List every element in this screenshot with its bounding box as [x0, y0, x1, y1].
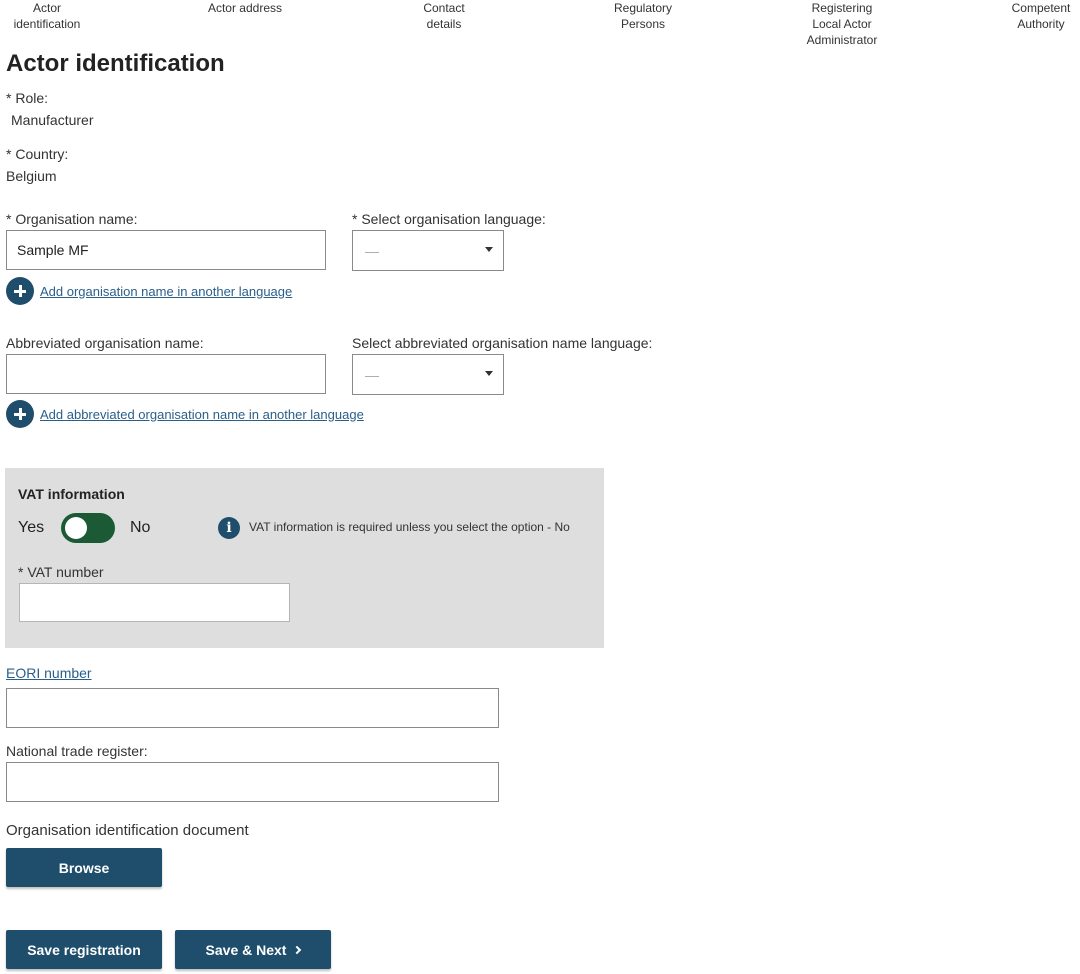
- abbrev-name-input[interactable]: [6, 354, 326, 394]
- abbrev-name-label: Abbreviated organisation name:: [6, 335, 204, 351]
- info-icon: i: [218, 517, 240, 539]
- vat-number-label: * VAT number: [18, 564, 104, 580]
- chevron-right-icon: [293, 945, 302, 954]
- save-next-button[interactable]: Save & Next: [175, 930, 331, 969]
- step-actor-identification[interactable]: Actor identification: [0, 0, 112, 32]
- vat-title: VAT information: [18, 486, 125, 502]
- step-regulatory-persons[interactable]: Regulatory Persons: [578, 0, 708, 32]
- abbrev-language-select[interactable]: —: [352, 354, 504, 395]
- step-competent-authority[interactable]: Competent Authority: [976, 0, 1080, 32]
- country-label: * Country:: [6, 146, 69, 162]
- role-label: * Role:: [6, 90, 49, 106]
- trade-register-input[interactable]: [6, 762, 499, 802]
- org-language-select[interactable]: —: [352, 230, 504, 271]
- add-abbrev-name-language[interactable]: Add abbreviated organisation name in ano…: [6, 400, 364, 428]
- vat-yes-label: Yes: [18, 519, 45, 536]
- vat-no-label: No: [130, 519, 151, 536]
- org-name-input[interactable]: Sample MF: [6, 230, 326, 270]
- step-registering-lar[interactable]: Registering Local Actor Administrator: [777, 0, 907, 48]
- vat-toggle-knob: [65, 517, 87, 539]
- org-name-label: * Organisation name:: [6, 211, 138, 227]
- step-actor-address[interactable]: Actor address: [180, 0, 310, 16]
- save-next-label: Save & Next: [205, 941, 287, 958]
- save-registration-button[interactable]: Save registration: [6, 930, 162, 969]
- add-org-name-language-link[interactable]: Add organisation name in another languag…: [40, 284, 292, 299]
- plus-circle-icon[interactable]: [6, 400, 34, 428]
- country-value: Belgium: [6, 168, 57, 184]
- vat-information-panel: VAT information Yes No i VAT information…: [5, 468, 604, 648]
- vat-info-text: VAT information is required unless you s…: [249, 520, 570, 534]
- browse-button[interactable]: Browse: [6, 848, 162, 887]
- step-contact-details[interactable]: Contact details: [379, 0, 509, 32]
- vat-toggle[interactable]: [61, 513, 115, 543]
- abbrev-language-value: —: [365, 366, 379, 383]
- eori-number-input[interactable]: [6, 688, 499, 728]
- org-language-value: —: [365, 242, 379, 259]
- role-value: Manufacturer: [11, 112, 94, 128]
- abbrev-language-label: Select abbreviated organisation name lan…: [352, 335, 653, 351]
- add-org-name-language[interactable]: Add organisation name in another languag…: [6, 277, 292, 305]
- eori-number-link[interactable]: EORI number: [6, 665, 92, 681]
- trade-register-label: National trade register:: [6, 743, 148, 759]
- org-language-label: * Select organisation language:: [352, 211, 546, 227]
- progress-steps: Actor identification Actor address Conta…: [0, 0, 1080, 50]
- plus-circle-icon[interactable]: [6, 277, 34, 305]
- vat-number-input[interactable]: [19, 583, 290, 622]
- page-title: Actor identification: [6, 50, 225, 77]
- chevron-down-icon: [485, 371, 493, 376]
- add-abbrev-name-language-link[interactable]: Add abbreviated organisation name in ano…: [40, 407, 364, 422]
- chevron-down-icon: [485, 247, 493, 252]
- org-doc-label: Organisation identification document: [6, 822, 249, 839]
